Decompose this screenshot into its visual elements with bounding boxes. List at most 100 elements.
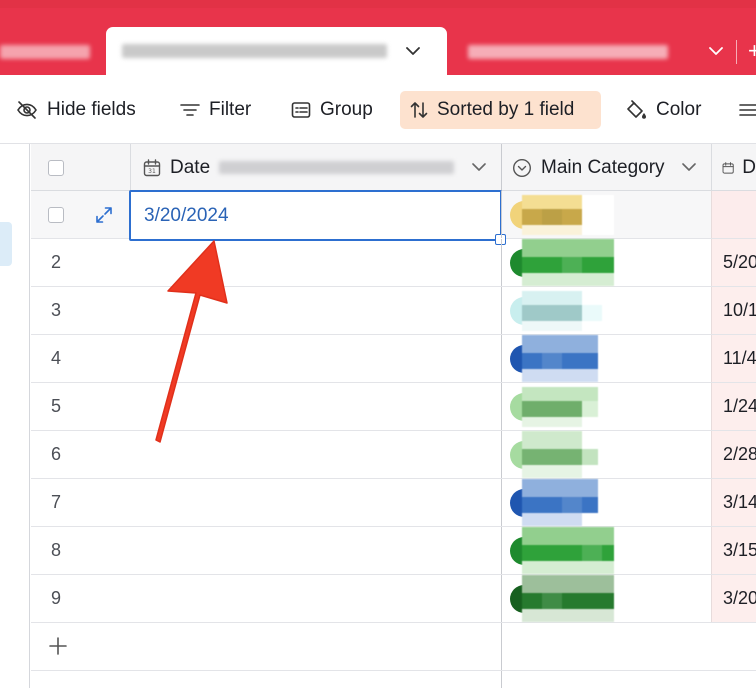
date-cell-editing[interactable]: 3/20/2024 [129, 190, 506, 245]
tab-previous[interactable] [0, 28, 104, 75]
tab-previous-title-redacted [0, 44, 90, 59]
filter-label: Filter [209, 99, 252, 120]
category-cell[interactable] [501, 431, 711, 478]
tab-active-title-redacted [122, 44, 387, 58]
category-cell[interactable] [501, 383, 711, 430]
category-cell[interactable] [501, 287, 711, 334]
category-mosaic-redacted [522, 335, 598, 382]
filter-button[interactable]: Filter [170, 91, 261, 129]
category-cell[interactable] [501, 191, 711, 238]
svg-text:31: 31 [148, 168, 156, 175]
column-header-main-category[interactable]: Main Category [501, 144, 711, 191]
select-all-checkbox[interactable] [48, 159, 64, 176]
category-cell[interactable] [501, 335, 711, 382]
group-label: Group [320, 99, 373, 120]
color-button[interactable]: Color [615, 91, 711, 129]
category-mosaic-redacted [522, 575, 614, 622]
add-record-row[interactable] [31, 623, 756, 671]
category-cell[interactable] [501, 239, 711, 286]
row-number: 4 [51, 348, 62, 368]
single-select-icon [512, 158, 532, 177]
date-cell[interactable] [130, 239, 501, 286]
row-height-icon [739, 104, 756, 116]
column-header-next-date[interactable]: D [711, 144, 756, 191]
hide-fields-button[interactable]: Hide fields [6, 91, 146, 129]
plus-icon[interactable] [48, 636, 68, 656]
table-row[interactable]: 3/20/2024 [31, 190, 756, 245]
expand-record-icon[interactable] [94, 205, 114, 225]
base-tab-bar: + [0, 0, 756, 75]
table-row[interactable]: 2 5/20 [31, 239, 756, 287]
header-select-all [31, 144, 130, 191]
chevron-down-icon[interactable] [469, 158, 489, 178]
filter-icon [180, 104, 200, 116]
column-header-date-suffix-redacted [219, 161, 455, 174]
tab-next-title-redacted [468, 44, 668, 59]
table-row[interactable]: 4 11/4 [31, 335, 756, 383]
row-number: 7 [51, 492, 62, 512]
table-row[interactable]: 9 3/20 [31, 575, 756, 623]
table-row[interactable]: 6 2/28 [31, 431, 756, 479]
tab-bar-top-strip [0, 0, 756, 8]
row-number: 6 [51, 444, 62, 464]
category-cell[interactable] [501, 575, 711, 622]
date-cell[interactable] [130, 287, 501, 334]
date-cell[interactable] [130, 527, 501, 574]
table-row[interactable]: 7 3/14 [31, 479, 756, 527]
chevron-down-icon[interactable] [403, 41, 423, 61]
group-button[interactable]: Group [281, 91, 383, 129]
date-cell[interactable] [130, 479, 501, 526]
sidebar-selected-item[interactable] [0, 222, 12, 266]
next-date-cell[interactable]: 3/14 [711, 479, 756, 526]
sidebar-edge [0, 144, 30, 688]
paint-bucket-icon [627, 100, 646, 119]
category-mosaic-redacted [522, 479, 598, 526]
next-date-cell[interactable]: 2/28 [711, 431, 756, 478]
category-mosaic-redacted [522, 431, 598, 478]
row-number: 8 [51, 540, 62, 560]
calendar-icon [722, 161, 734, 174]
date-cell-value: 3/20/2024 [144, 204, 229, 226]
tab-separator [736, 40, 737, 64]
category-cell[interactable] [501, 479, 711, 526]
next-date-cell[interactable]: 11/4 [711, 335, 756, 382]
next-date-cell[interactable]: 10/1 [711, 287, 756, 334]
row-number: 5 [51, 396, 62, 416]
date-cell[interactable] [130, 575, 501, 622]
date-cell[interactable] [130, 383, 501, 430]
category-mosaic-redacted [522, 239, 614, 286]
column-header-date[interactable]: 31 Date [130, 144, 501, 191]
table-row[interactable]: 5 1/24 [31, 383, 756, 431]
row-select [31, 191, 130, 238]
category-cell[interactable] [501, 527, 711, 574]
category-mosaic-redacted [522, 291, 602, 331]
column-header-date-label: Date [170, 156, 211, 178]
table-row[interactable]: 8 3/15 [31, 527, 756, 575]
chevron-down-icon[interactable] [706, 42, 726, 62]
table-row[interactable]: 3 10/1 [31, 287, 756, 335]
tab-next[interactable] [448, 28, 756, 75]
row-number: 9 [51, 588, 62, 608]
date-cell[interactable] [130, 431, 501, 478]
add-table-button[interactable]: + [748, 38, 756, 64]
sort-arrows-icon [410, 102, 428, 118]
next-date-cell[interactable]: 5/20 [711, 239, 756, 286]
color-label: Color [656, 99, 702, 120]
row-number: 3 [51, 300, 62, 320]
category-mosaic-redacted [522, 387, 598, 427]
column-divider [501, 671, 502, 688]
category-mosaic-redacted [522, 527, 614, 574]
eye-slash-icon [17, 101, 37, 119]
grid-header: 31 Date Main Category D [31, 144, 756, 191]
sort-button[interactable]: Sorted by 1 field [400, 91, 601, 129]
next-date-cell[interactable]: 1/24 [711, 383, 756, 430]
next-date-cell[interactable]: 3/20 [711, 575, 756, 622]
next-date-cell[interactable] [711, 191, 756, 238]
chevron-down-icon[interactable] [679, 158, 699, 178]
date-cell[interactable] [130, 335, 501, 382]
next-date-cell[interactable]: 3/15 [711, 527, 756, 574]
calendar-icon: 31 [143, 158, 161, 176]
row-height-button[interactable] [728, 91, 756, 129]
tab-active[interactable] [106, 27, 447, 75]
row-checkbox[interactable] [48, 206, 64, 223]
